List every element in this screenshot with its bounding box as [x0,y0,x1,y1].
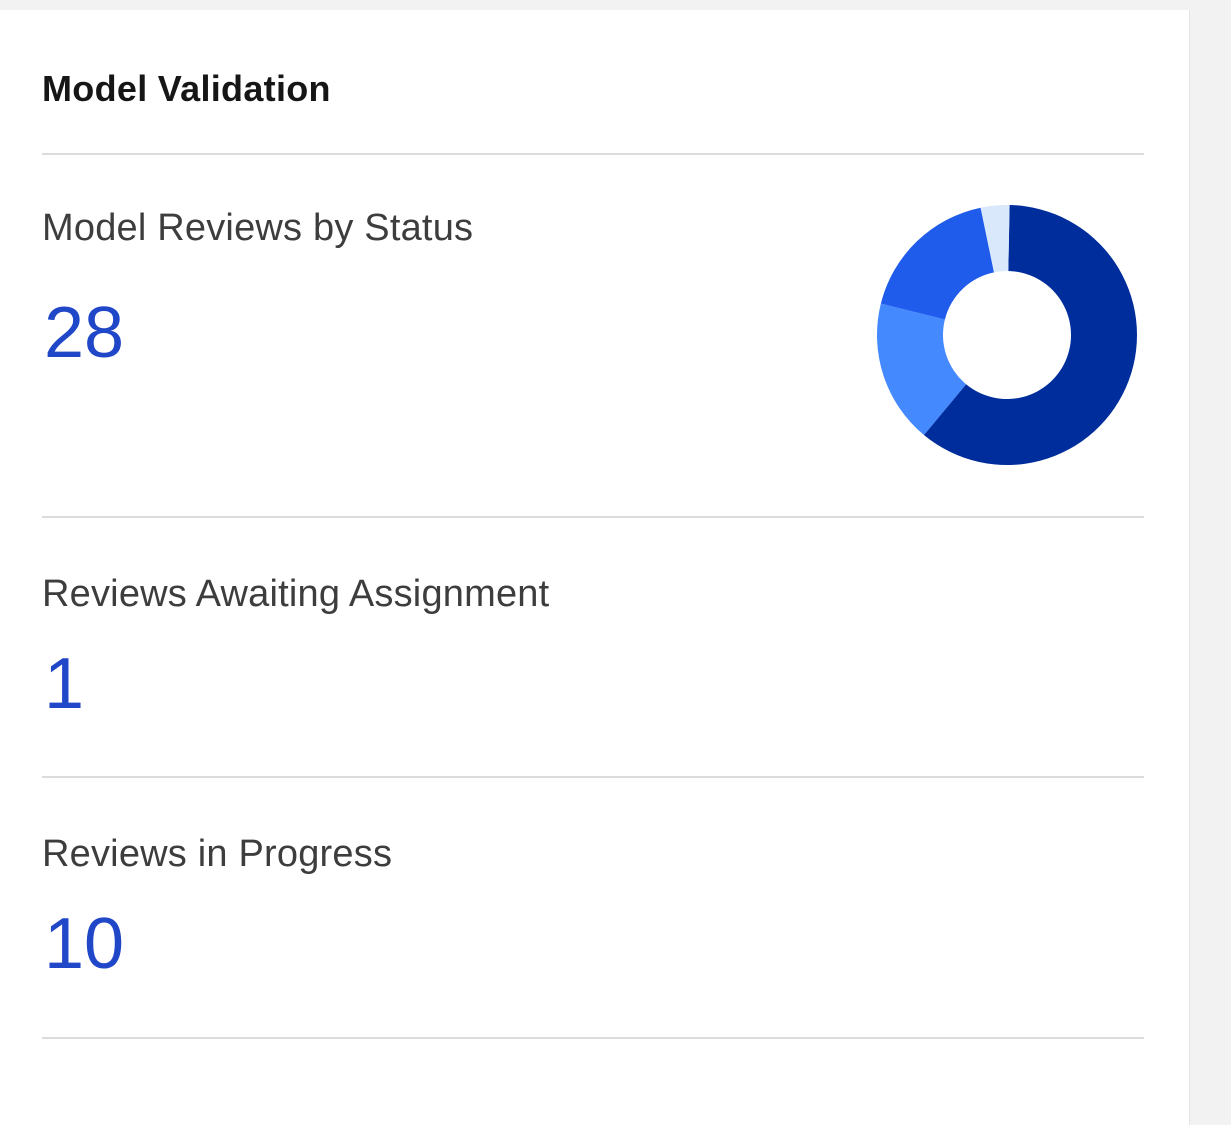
donut-svg [877,205,1137,465]
reviews-in-progress-label: Reviews in Progress [42,833,393,875]
reviews-awaiting-assignment-label: Reviews Awaiting Assignment [42,573,550,615]
model-reviews-by-status-label: Model Reviews by Status [42,207,474,249]
card-title: Model Validation [42,68,331,109]
divider [42,516,1144,518]
donut-slice[interactable] [880,207,995,320]
reviews-in-progress-value[interactable]: 10 [44,908,124,980]
divider [42,153,1144,155]
reviews-awaiting-assignment-value[interactable]: 1 [44,648,84,720]
model-validation-card: Model Validation Model Reviews by Status… [0,10,1190,1125]
model-reviews-by-status-value[interactable]: 28 [44,297,124,369]
status-donut-chart[interactable] [872,200,1142,470]
divider [42,776,1144,778]
divider [42,1037,1144,1039]
